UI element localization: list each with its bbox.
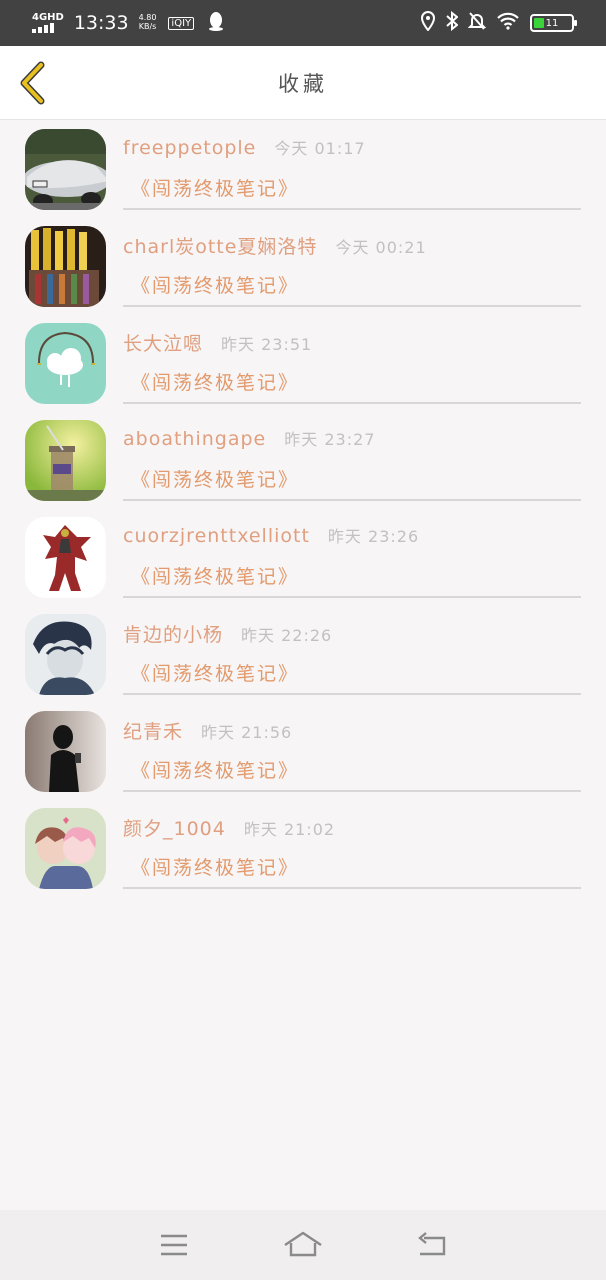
- item-body: 颜夕_1004 昨天 21:02 《闯荡终极笔记》: [123, 800, 581, 889]
- item-meta: 纪青禾 昨天 21:56: [123, 717, 292, 744]
- item-body: freeppetople 今天 01:17 《闯荡终极笔记》: [123, 121, 581, 210]
- timestamp: 昨天 23:26: [327, 527, 420, 546]
- network-type: 4GHD: [32, 12, 64, 23]
- book-title: 《闯荡终极笔记》: [131, 469, 300, 491]
- list-item[interactable]: freeppetople 今天 01:17 《闯荡终极笔记》: [0, 121, 606, 218]
- timestamp: 今天 00:21: [335, 238, 427, 257]
- system-nav-bar: [0, 1210, 606, 1280]
- username: charl炭otte夏娴洛特: [123, 236, 318, 258]
- avatar: [25, 420, 106, 501]
- book-title: 《闯荡终极笔记》: [131, 857, 300, 879]
- list-item[interactable]: charl炭otte夏娴洛特 今天 00:21 《闯荡终极笔记》: [0, 218, 606, 315]
- username: aboathingape: [123, 428, 267, 450]
- item-meta: freeppetople 今天 01:17: [123, 135, 366, 159]
- list-item[interactable]: 纪青禾 昨天 21:56 《闯荡终极笔记》: [0, 703, 606, 800]
- item-body: aboathingape 昨天 23:27 《闯荡终极笔记》: [123, 412, 581, 501]
- list-item[interactable]: 长大泣嗯 昨天 23:51 《闯荡终极笔记》: [0, 315, 606, 412]
- avatar: [25, 517, 106, 598]
- chevron-left-icon: [20, 61, 45, 105]
- page-title: 收藏: [278, 71, 328, 96]
- timestamp: 今天 01:17: [274, 139, 366, 158]
- battery-icon: 11: [530, 14, 577, 32]
- item-body: charl炭otte夏娴洛特 今天 00:21 《闯荡终极笔记》: [123, 218, 581, 307]
- avatar: [25, 323, 106, 404]
- timestamp: 昨天 22:26: [241, 626, 333, 645]
- list-item[interactable]: aboathingape 昨天 23:27 《闯荡终极笔记》: [0, 412, 606, 509]
- status-right: 11: [420, 10, 577, 36]
- item-body: cuorzjrenttxelliott 昨天 23:26 《闯荡终极笔记》: [123, 509, 581, 598]
- item-meta: charl炭otte夏娴洛特 今天 00:21: [123, 232, 427, 259]
- bluetooth-icon: [446, 10, 459, 36]
- item-body: 长大泣嗯 昨天 23:51 《闯荡终极笔记》: [123, 315, 581, 404]
- network-speed: 4.80 KB/s: [138, 13, 157, 32]
- item-meta: 长大泣嗯 昨天 23:51: [123, 329, 312, 356]
- item-body: 纪青禾 昨天 21:56 《闯荡终极笔记》: [123, 703, 581, 792]
- menu-icon: [161, 1234, 188, 1256]
- avatar: [25, 226, 106, 307]
- wifi-icon: [496, 12, 520, 35]
- back-button[interactable]: [12, 60, 52, 106]
- book-title: 《闯荡终极笔记》: [131, 566, 300, 588]
- clock: 13:33: [73, 12, 129, 34]
- status-left: 4GHD 13:33 4.80 KB/s iQIY: [32, 11, 224, 36]
- signal-bars-icon: [32, 23, 54, 33]
- timestamp: 昨天 23:51: [221, 335, 313, 354]
- timestamp: 昨天 21:56: [201, 723, 293, 742]
- username: cuorzjrenttxelliott: [123, 525, 310, 547]
- book-title: 《闯荡终极笔记》: [131, 275, 300, 297]
- location-icon: [420, 10, 436, 36]
- item-meta: 颜夕_1004 昨天 21:02: [123, 814, 335, 841]
- timestamp: 昨天 21:02: [243, 820, 336, 839]
- book-title: 《闯荡终极笔记》: [131, 178, 300, 200]
- item-meta: aboathingape 昨天 23:27: [123, 426, 375, 450]
- username: 长大泣嗯: [123, 333, 204, 355]
- avatar: [25, 711, 106, 792]
- iqiyi-icon: iQIY: [168, 16, 195, 30]
- item-body: 肯边的小杨 昨天 22:26 《闯荡终极笔记》: [123, 606, 581, 695]
- item-meta: cuorzjrenttxelliott 昨天 23:26: [123, 523, 419, 547]
- return-icon: [417, 1232, 445, 1256]
- username: 纪青禾: [123, 721, 184, 743]
- mute-bell-icon: [467, 11, 487, 36]
- favorites-list: freeppetople 今天 01:17 《闯荡终极笔记》 charl炭ott…: [0, 121, 606, 897]
- home-icon: [284, 1231, 322, 1257]
- signal-indicator: 4GHD: [32, 13, 64, 33]
- home-button[interactable]: [278, 1220, 328, 1270]
- username: 颜夕_1004: [123, 818, 226, 840]
- item-meta: 肯边的小杨 昨天 22:26: [123, 620, 332, 647]
- qq-icon: [208, 11, 224, 36]
- book-title: 《闯荡终极笔记》: [131, 663, 300, 685]
- book-title: 《闯荡终极笔记》: [131, 372, 300, 394]
- book-title: 《闯荡终极笔记》: [131, 760, 300, 782]
- avatar: [25, 129, 106, 210]
- username: 肯边的小杨: [123, 624, 224, 646]
- avatar: [25, 614, 106, 695]
- username: freeppetople: [123, 137, 257, 159]
- status-bar: 4GHD 13:33 4.80 KB/s iQIY 11: [0, 0, 606, 46]
- list-item[interactable]: cuorzjrenttxelliott 昨天 23:26 《闯荡终极笔记》: [0, 509, 606, 606]
- speed-unit: KB/s: [138, 22, 157, 31]
- battery-level: 11: [545, 17, 559, 29]
- list-item[interactable]: 颜夕_1004 昨天 21:02 《闯荡终极笔记》: [0, 800, 606, 897]
- list-item[interactable]: 肯边的小杨 昨天 22:26 《闯荡终极笔记》: [0, 606, 606, 703]
- timestamp: 昨天 23:27: [284, 430, 376, 449]
- avatar: [25, 808, 106, 889]
- menu-button[interactable]: [149, 1220, 199, 1270]
- app-header: 收藏: [0, 46, 606, 120]
- system-back-button[interactable]: [407, 1220, 457, 1270]
